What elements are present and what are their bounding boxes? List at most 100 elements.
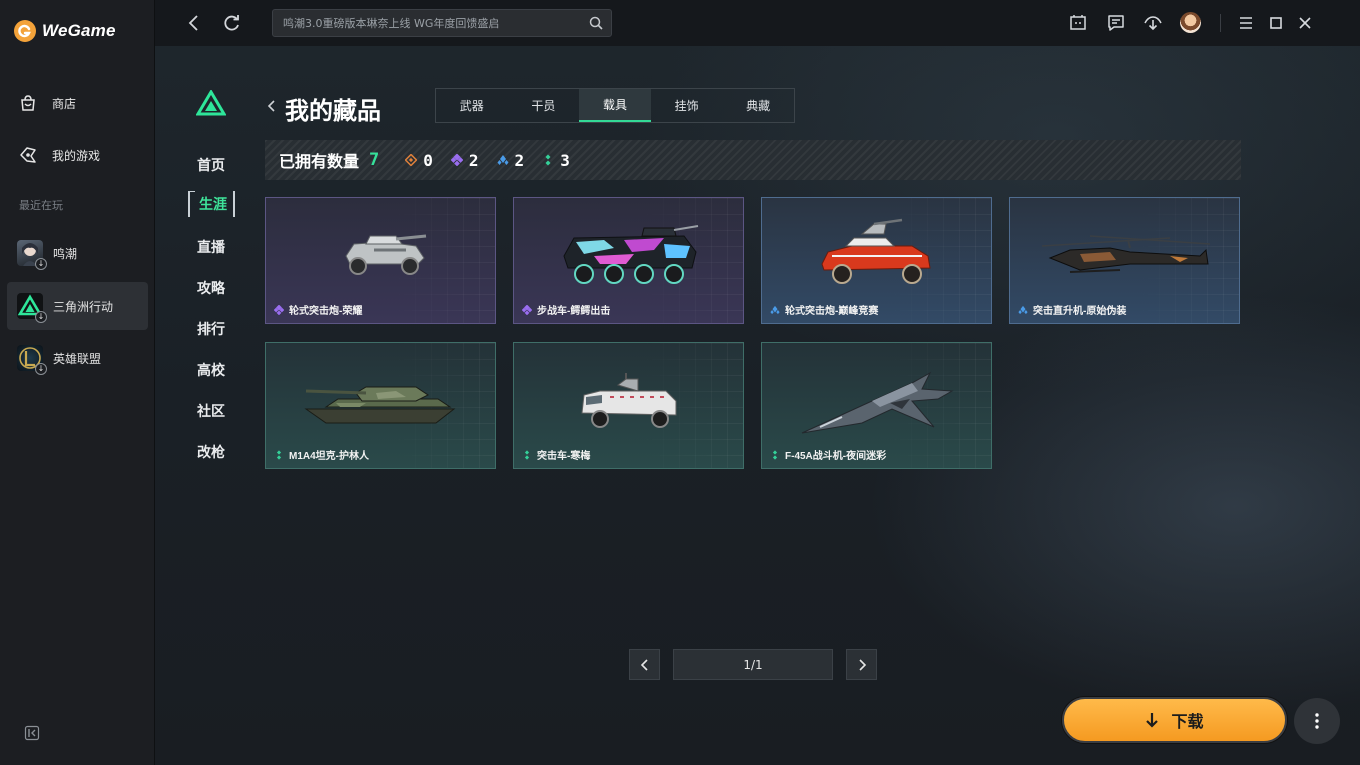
collapse-sidebar-icon[interactable] [24,725,40,741]
menu-icon[interactable] [1236,13,1256,33]
tab-weapons[interactable]: 武器 [436,89,508,122]
collection-card[interactable]: F-45A战斗机-夜间迷彩 [761,342,992,469]
close-icon[interactable] [1295,13,1315,33]
item-name-row: 轮式突击炮-荣耀 [274,302,362,317]
download-badge-icon: ↓ [35,363,47,375]
tab-charms[interactable]: 挂饰 [651,89,723,122]
search-box[interactable] [272,9,612,37]
game-box-icon[interactable] [1068,13,1088,33]
rarity-count-purple: 2 [450,151,479,170]
rarity-count-orange: 0 [405,151,433,170]
m1a4-tank-image [304,386,456,424]
prev-page-button[interactable] [629,649,660,680]
attack-helicopter-image [1041,235,1211,273]
item-name-row: 突击直升机-原始伪装 [1018,302,1126,317]
avatar[interactable] [1180,12,1201,33]
main-content: 首页 生涯 直播 攻略 排行 高校 社区 改枪 我的藏品 武器 干员 载具 挂饰… [155,46,1360,765]
download-label: 下载 [1171,714,1204,731]
game-nav-gun-mod[interactable]: 改枪 [197,442,225,462]
game-nav-home[interactable]: 首页 [197,155,225,175]
rarity-count-blue: 2 [497,150,525,170]
sidebar: WeGame 商店 我的游戏 最近在玩 ↓ 鸣潮 ↓ 三角洲行动 ↓ 英雄联盟 [0,0,155,765]
item-name: 突击车-寒梅 [537,451,591,462]
tab-operators[interactable]: 干员 [508,89,580,122]
message-icon[interactable] [1106,13,1126,33]
delta-force-icon: ↓ [17,293,47,323]
delta-force-logo-icon[interactable] [196,90,226,116]
sidebar-item-label: 商店 [52,96,77,111]
recent-game-wuthering-waves[interactable]: ↓ 鸣潮 [7,229,148,277]
topbar [155,0,1360,46]
sidebar-item-my-games[interactable]: 我的游戏 [18,145,100,165]
game-nav-university[interactable]: 高校 [197,360,225,380]
infantry-fighting-vehicle-image [563,225,699,284]
minimize-icon[interactable] [1266,13,1286,33]
wheeled-assault-gun-image [345,234,427,275]
download-badge-icon: ↓ [35,258,47,270]
item-name: 轮式突击炮-巅峰竞赛 [785,306,879,317]
collection-card[interactable]: 步战车-鳄鳄出击 [513,197,744,324]
game-label: 三角洲行动 [53,299,114,314]
more-vertical-icon [1315,713,1319,729]
download-button[interactable]: 下载 [1062,697,1287,743]
sidebar-item-shop[interactable]: 商店 [18,93,76,113]
game-label: 英雄联盟 [53,351,102,366]
rarity-count-value: 0 [423,150,433,170]
game-nav-community[interactable]: 社区 [197,401,225,421]
chevron-right-icon [858,658,866,671]
back-icon[interactable] [183,12,205,34]
owned-count-label: 已拥有数量 [279,154,360,171]
collection-card[interactable]: 轮式突击炮-荣耀 [265,197,496,324]
blue-rarity-icon [1018,305,1028,314]
game-nav-career[interactable]: 生涯 [188,191,235,217]
collection-card[interactable]: 突击车-寒梅 [513,342,744,469]
purple-rarity-icon [450,154,463,166]
rarity-count-green: 3 [542,151,570,170]
topbar-divider [1220,14,1221,32]
refresh-icon[interactable] [221,12,243,34]
page-title: 我的藏品 [285,98,381,125]
search-input[interactable] [283,16,589,30]
game-nav-guides[interactable]: 攻略 [197,278,225,298]
next-page-button[interactable] [846,649,877,680]
orange-rarity-icon [405,154,418,166]
tab-vehicles[interactable]: 载具 [579,89,651,122]
rarity-count-value: 2 [514,150,525,170]
game-nav-ranking[interactable]: 排行 [197,319,225,339]
collection-card[interactable]: 轮式突击炮-巅峰竞赛 [761,197,992,324]
sidebar-item-label: 我的游戏 [52,148,101,163]
blue-rarity-icon [497,155,509,165]
back-arrow-icon[interactable] [265,99,279,113]
item-name: 轮式突击炮-荣耀 [289,306,363,317]
item-name: M1A4坦克-护林人 [289,451,370,462]
collection-card[interactable]: 突击直升机-原始伪装 [1009,197,1240,324]
wegame-logo[interactable]: WeGame [14,20,116,42]
wuthering-waves-icon: ↓ [17,240,47,270]
green-rarity-icon [772,449,778,460]
more-options-button[interactable] [1294,698,1340,744]
my-games-icon [20,147,36,163]
download-manager-icon[interactable] [1143,13,1163,33]
collection-card[interactable]: M1A4坦克-护林人 [265,342,496,469]
f45a-fighter-jet-image [801,371,954,434]
recent-game-league-of-legends[interactable]: ↓ 英雄联盟 [7,334,148,382]
owned-count-bar: 已拥有数量 7 0 2 2 3 [265,140,1241,180]
purple-rarity-icon [274,304,284,315]
purple-rarity-icon [522,304,532,315]
search-icon[interactable] [589,16,603,30]
item-name-row: F-45A战斗机-夜间迷彩 [770,447,886,462]
page-indicator: 1/1 [673,649,833,680]
league-of-legends-icon: ↓ [17,345,47,375]
green-rarity-icon [545,154,551,166]
tab-collection[interactable]: 典藏 [722,89,794,122]
green-rarity-icon [276,449,282,460]
item-name: 步战车-鳄鳄出击 [537,306,611,317]
chevron-left-icon [640,658,648,671]
game-nav-live[interactable]: 直播 [197,237,225,257]
shop-bag-icon [21,95,35,111]
rarity-count-value: 3 [560,150,570,170]
item-name-row: 轮式突击炮-巅峰竞赛 [770,302,878,317]
recent-game-delta-force[interactable]: ↓ 三角洲行动 [7,282,148,330]
collection-tabs: 武器 干员 载具 挂饰 典藏 [435,88,795,123]
item-name: 突击直升机-原始伪装 [1033,306,1127,317]
